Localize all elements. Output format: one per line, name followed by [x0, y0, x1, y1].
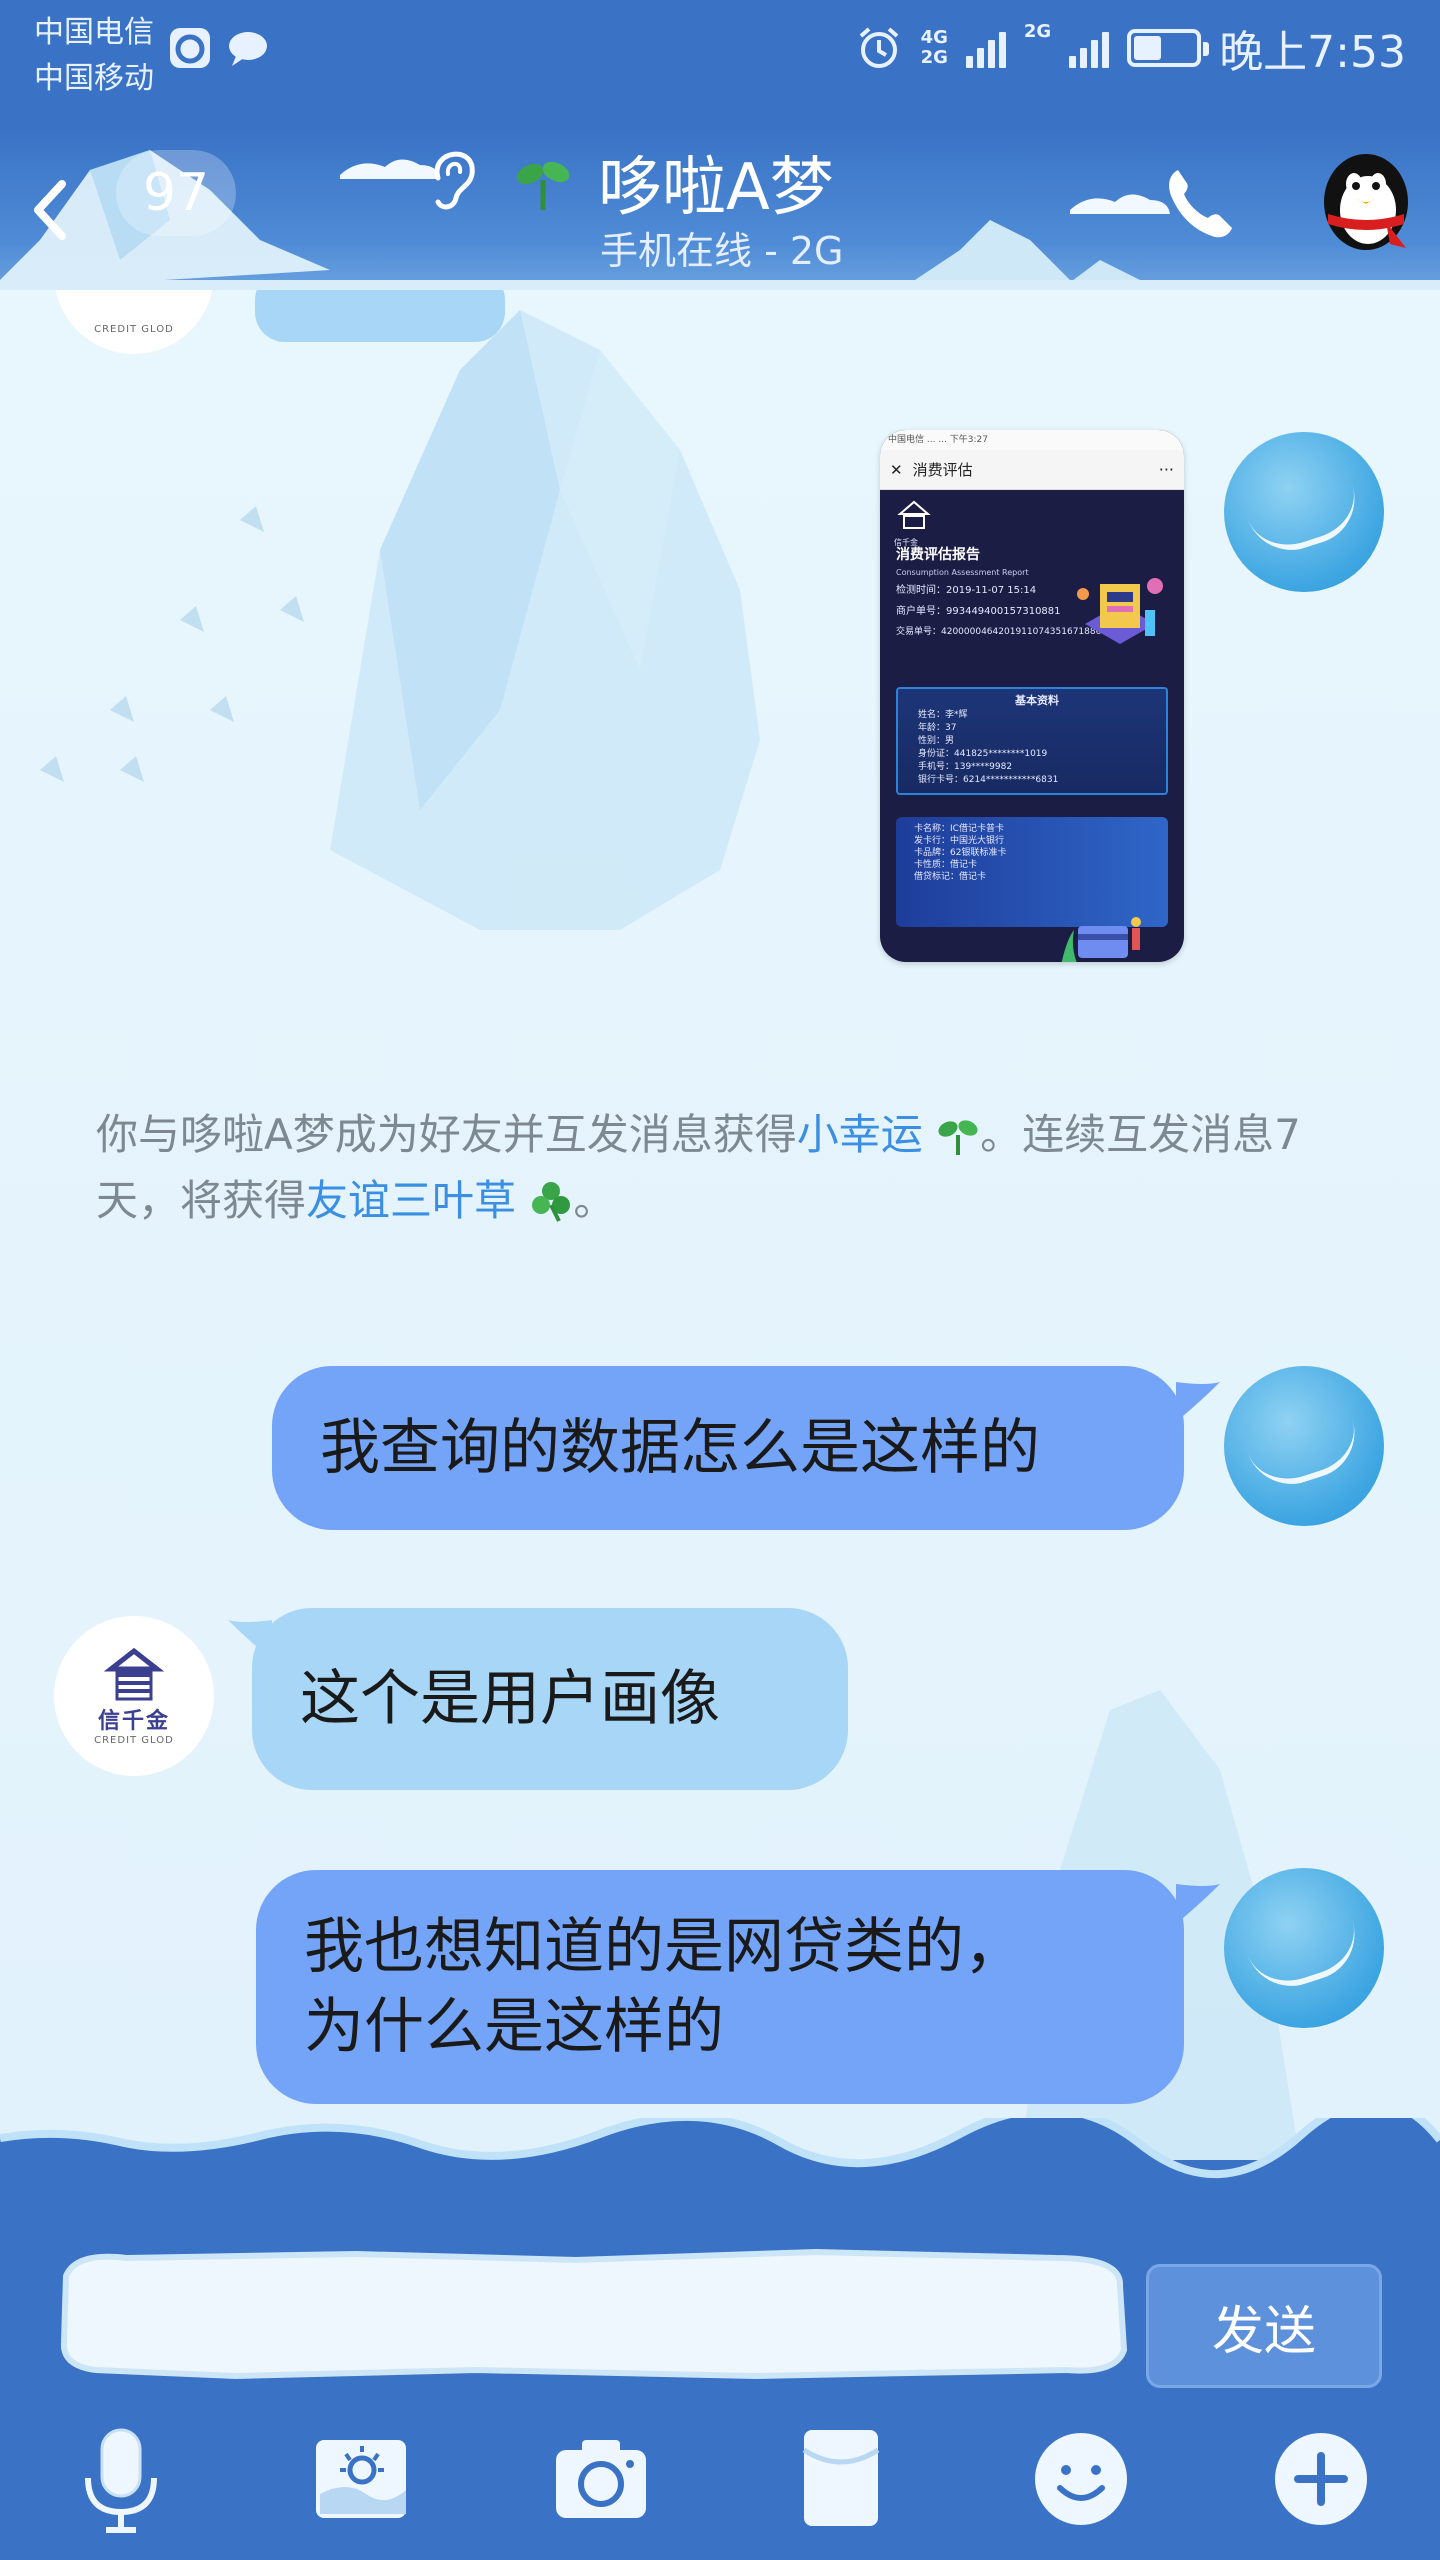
basic-info-title: 基本资料 [1015, 694, 1059, 707]
message-text: 这个是用户画像 [300, 1664, 720, 1734]
system-notice-text: 。 [573, 1176, 616, 1225]
ice-edge-decoration [0, 2118, 1440, 2188]
close-icon: ✕ [890, 460, 903, 479]
contact-message-bubble[interactable]: 这个是用户画像 [252, 1608, 848, 1790]
battery-fill [1134, 36, 1162, 60]
shared-image-title: 消费评估 [912, 461, 973, 479]
network-type-1: 4G 2G [920, 27, 948, 68]
basic-info-line: 身份证：441825********1019 [918, 749, 1048, 759]
bottom-toolbar [0, 2400, 1440, 2560]
signal-strength-icon [965, 28, 1006, 68]
carrier-2: 中国移动 [34, 61, 154, 96]
ear-icon[interactable] [420, 140, 486, 212]
report-illustration-icon [1077, 578, 1163, 644]
basic-info-line: 手机号：139****9982 [918, 762, 1013, 772]
plus-icon[interactable] [1266, 2424, 1376, 2534]
lucky-link[interactable]: 小幸运 [797, 1110, 923, 1159]
more-icon: ··· [1158, 460, 1174, 479]
friendship-sprout-icon[interactable] [512, 150, 574, 212]
shared-image-report: 信千金 消费评估报告 Consumption Assessment Report… [880, 490, 1184, 962]
camera-icon[interactable] [546, 2424, 656, 2534]
shared-image-header: ✕ 消费评估 ··· [880, 450, 1184, 490]
system-notice-text: 你与哆啦A梦成为好友并互发消息获得 [96, 1110, 797, 1159]
card-info-line: 借贷标记：借记卡 [914, 872, 987, 882]
message-text-line-1: 我也想知道的是网贷类的， [304, 1912, 1024, 1982]
carrier-labels: 中国电信 中国移动 [34, 10, 154, 102]
brand-logo-icon [897, 500, 931, 529]
report-title: 消费评估报告 [896, 547, 980, 563]
signal-strength-2-icon [1069, 28, 1110, 68]
card-info-line: 卡品牌：62银联标准卡 [914, 848, 1007, 858]
unread-count-badge[interactable]: 97 [116, 150, 236, 236]
card-info-line: 卡名称：IC借记卡普卡 [914, 824, 1004, 834]
basic-info-line: 姓名：李*辉 [918, 710, 968, 720]
basic-info-card: 基本资料 姓名：李*辉 年龄：37 性别：男 身份证：441825*******… [896, 687, 1168, 795]
bubble-tail [1176, 1884, 1220, 1924]
lucky-sprout-icon [938, 1120, 978, 1155]
back-arrow-icon[interactable] [24, 170, 74, 250]
my-message-bubble[interactable]: 我查询的数据怎么是这样的 [272, 1366, 1184, 1530]
card-info-line: 卡性质：借记卡 [914, 860, 978, 870]
brand-name: 信千金 [894, 538, 918, 547]
contact-status: 手机在线 - 2G [600, 229, 844, 273]
alarm-clock-icon [859, 27, 898, 68]
system-notice: 你与哆啦A梦成为好友并互发消息获得小幸运 。连续互发消息7天，将获得友谊三叶草 … [96, 1102, 1356, 1234]
carrier-1: 中国电信 [34, 15, 154, 50]
contact-avatar-sub: CREDIT GLOD [94, 1734, 174, 1746]
shared-image-message[interactable]: 中国电信 ... ... 下午3:27 ✕ 消费评估 ··· 信千金 消费评估报… [880, 430, 1184, 962]
message-text: 我查询的数据怎么是这样的 [320, 1413, 1040, 1483]
red-packet-icon[interactable] [786, 2424, 896, 2534]
qq-browser-icon [170, 28, 210, 68]
basic-info-line: 年龄：37 [918, 723, 957, 733]
my-message-bubble[interactable]: 我也想知道的是网贷类的， 为什么是这样的 [256, 1870, 1184, 2104]
bank-card-illustration-icon [1061, 917, 1141, 962]
message-text-line-2: 为什么是这样的 [304, 1992, 724, 2062]
status-right: 4G 2G 2G 晚上7:53 [855, 18, 1406, 78]
microphone-icon[interactable] [66, 2424, 176, 2534]
contact-avatar-brand: 信千金 [97, 1707, 170, 1734]
battery-icon [1127, 29, 1210, 67]
my-avatar[interactable] [1224, 1366, 1384, 1526]
network-type-2: 2G [1023, 21, 1052, 42]
bubble-tail [1176, 1382, 1220, 1422]
basic-info-line: 银行卡号：6214***********6831 [918, 775, 1059, 785]
card-info-line: 发卡行：中国光大银行 [914, 836, 1005, 846]
my-avatar[interactable] [1224, 432, 1384, 592]
phone-call-icon[interactable] [1160, 162, 1240, 242]
xinqianjin-logo-icon [103, 1647, 165, 1700]
clover-link[interactable]: 友谊三叶草 [306, 1176, 516, 1225]
clover-icon [532, 1182, 571, 1222]
picture-icon[interactable] [306, 2424, 416, 2534]
chat-message-list[interactable]: CREDIT GLOD 中国电信 ... ... 下午3:27 ✕ 消费评估 ·… [0, 290, 1440, 2160]
basic-info-line: 性别：男 [918, 736, 955, 746]
message-bubble-icon [229, 32, 267, 66]
clock: 晚上7:53 [1219, 27, 1406, 78]
contact-name[interactable]: 哆啦A梦 [598, 136, 834, 228]
contact-avatar[interactable]: 信千金 CREDIT GLOD [54, 1616, 214, 1776]
chat-header: 97 哆啦A梦 手机在线 - 2G [0, 130, 1440, 290]
my-avatar[interactable] [1224, 1868, 1384, 2028]
message-input[interactable] [90, 2272, 1090, 2356]
shared-image-status-bar: 中国电信 ... ... 下午3:27 [880, 430, 1184, 450]
emoji-icon[interactable] [1026, 2424, 1136, 2534]
status-bar: 中国电信 中国移动 4G 2G 2G 晚上7:53 [0, 0, 1440, 130]
qq-penguin-profile-icon[interactable] [1316, 144, 1416, 254]
send-button[interactable]: 发送 [1146, 2264, 1382, 2388]
